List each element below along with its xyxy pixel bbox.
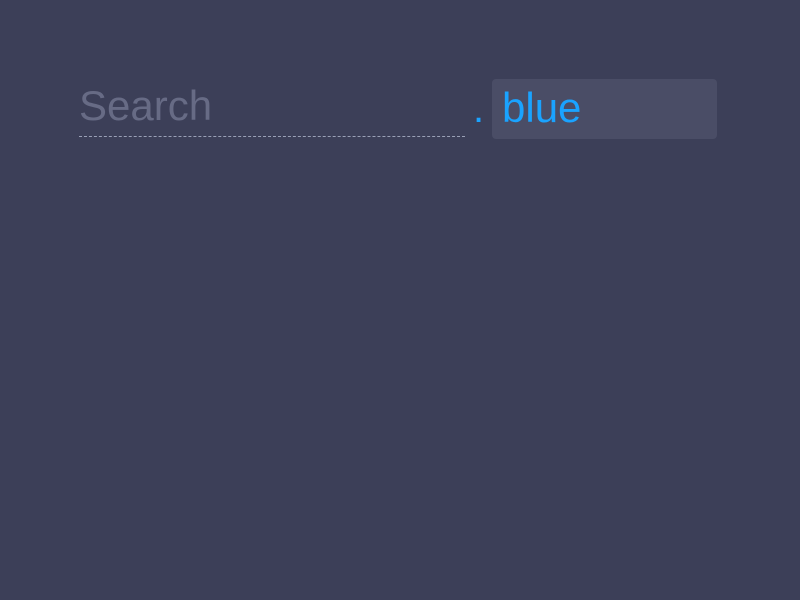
selector-prefix-dot: . [473, 87, 485, 131]
search-input[interactable] [79, 79, 465, 137]
selector-value: blue [502, 84, 582, 131]
color-selector[interactable]: blue [492, 79, 717, 139]
search-bar: . blue [79, 79, 719, 139]
